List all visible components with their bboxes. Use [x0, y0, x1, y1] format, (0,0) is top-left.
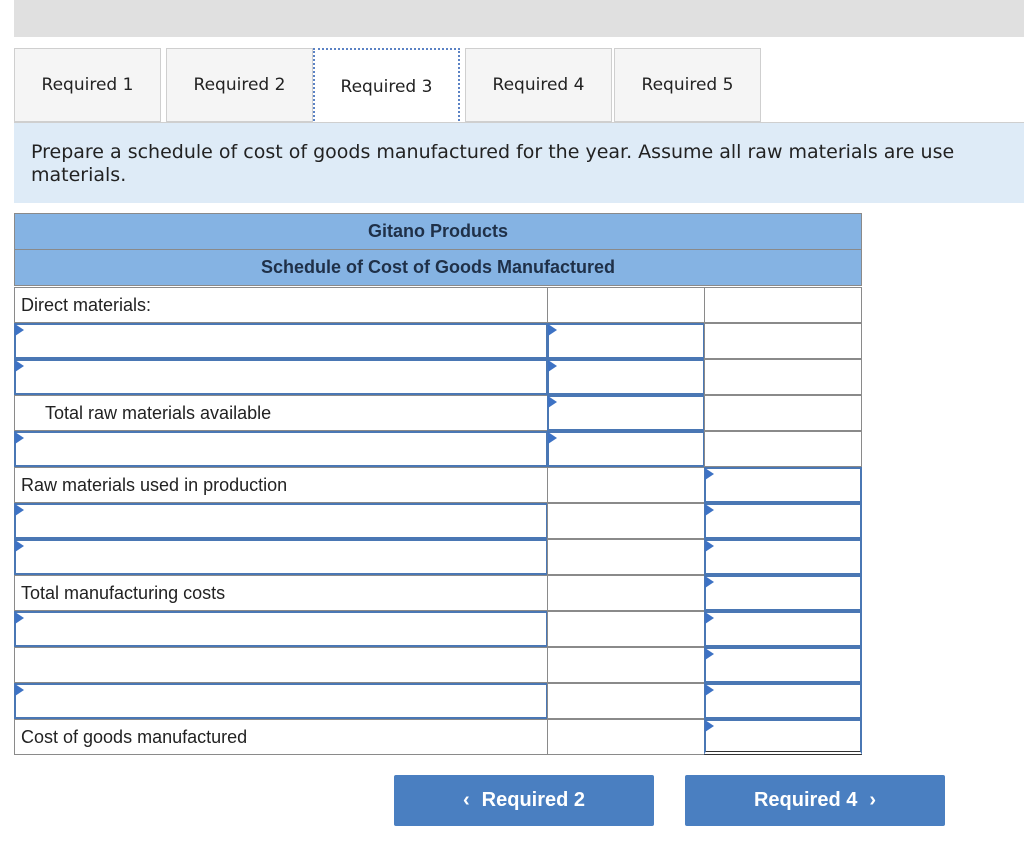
empty-cell	[547, 287, 705, 323]
table-row: Direct materials:	[14, 287, 862, 323]
total-manufacturing-costs-label: Total manufacturing costs	[14, 575, 548, 611]
account-select[interactable]	[14, 431, 548, 467]
account-select[interactable]	[14, 539, 548, 575]
instruction-line-1: Prepare a schedule of cost of goods manu…	[31, 141, 955, 163]
tab-required-2[interactable]: Required 2	[166, 48, 313, 122]
chevron-left-icon: ‹	[462, 789, 470, 811]
empty-cell	[704, 323, 862, 359]
instruction-panel: Prepare a schedule of cost of goods manu…	[14, 123, 1024, 203]
amount-input[interactable]	[704, 539, 862, 575]
empty-cell	[547, 503, 705, 539]
company-name: Gitano Products	[14, 213, 862, 250]
table-row: Total manufacturing costs	[14, 575, 862, 611]
schedule-title: Schedule of Cost of Goods Manufactured	[14, 249, 862, 286]
previous-button-label: Required 2	[481, 789, 586, 811]
tab-bar: Required 1 Required 2 Required 3 Require…	[14, 48, 1024, 124]
empty-cell	[704, 431, 862, 467]
cogm-schedule-table: Direct materials: Total raw materials av…	[14, 287, 862, 755]
tab-required-1[interactable]: Required 1	[14, 48, 161, 122]
amount-input[interactable]	[704, 575, 862, 611]
total-raw-materials-label: Total raw materials available	[14, 395, 548, 431]
amount-input[interactable]	[547, 323, 705, 359]
empty-cell	[704, 359, 862, 395]
amount-input[interactable]	[704, 467, 862, 503]
chevron-right-icon: ›	[869, 789, 877, 811]
empty-cell	[547, 647, 705, 683]
account-select[interactable]	[14, 359, 548, 395]
amount-input[interactable]	[547, 431, 705, 467]
tab-required-4[interactable]: Required 4	[465, 48, 612, 122]
empty-cell	[547, 539, 705, 575]
amount-input[interactable]	[704, 719, 862, 755]
table-row	[14, 647, 862, 683]
table-row	[14, 359, 862, 395]
cost-of-goods-manufactured-label: Cost of goods manufactured	[14, 719, 548, 755]
direct-materials-label: Direct materials:	[14, 287, 548, 323]
next-button-label: Required 4	[753, 789, 858, 811]
table-row	[14, 611, 862, 647]
table-row: Raw materials used in production	[14, 467, 862, 503]
account-select[interactable]	[14, 611, 548, 647]
amount-input[interactable]	[547, 395, 705, 431]
empty-cell	[14, 647, 548, 683]
amount-input[interactable]	[704, 503, 862, 539]
empty-cell	[547, 719, 705, 755]
account-select[interactable]	[14, 503, 548, 539]
amount-input[interactable]	[547, 359, 705, 395]
empty-cell	[704, 395, 862, 431]
account-select[interactable]	[14, 323, 548, 359]
amount-input[interactable]	[704, 611, 862, 647]
table-row	[14, 503, 862, 539]
amount-input[interactable]	[704, 647, 862, 683]
instruction-line-2: materials.	[31, 164, 127, 186]
next-required-button[interactable]: Required 4 ›	[685, 775, 945, 826]
table-row: Cost of goods manufactured	[14, 719, 862, 755]
table-row	[14, 683, 862, 719]
amount-input[interactable]	[704, 683, 862, 719]
table-row	[14, 431, 862, 467]
tab-required-5[interactable]: Required 5	[614, 48, 761, 122]
raw-materials-used-label: Raw materials used in production	[14, 467, 548, 503]
tab-required-3[interactable]: Required 3	[313, 48, 460, 124]
table-row	[14, 539, 862, 575]
previous-required-button[interactable]: ‹ Required 2	[394, 775, 654, 826]
empty-cell	[547, 683, 705, 719]
empty-cell	[547, 575, 705, 611]
empty-cell	[547, 467, 705, 503]
table-row: Total raw materials available	[14, 395, 862, 431]
table-row	[14, 323, 862, 359]
top-bar	[14, 0, 1024, 37]
empty-cell	[547, 611, 705, 647]
account-select[interactable]	[14, 683, 548, 719]
empty-cell	[704, 287, 862, 323]
